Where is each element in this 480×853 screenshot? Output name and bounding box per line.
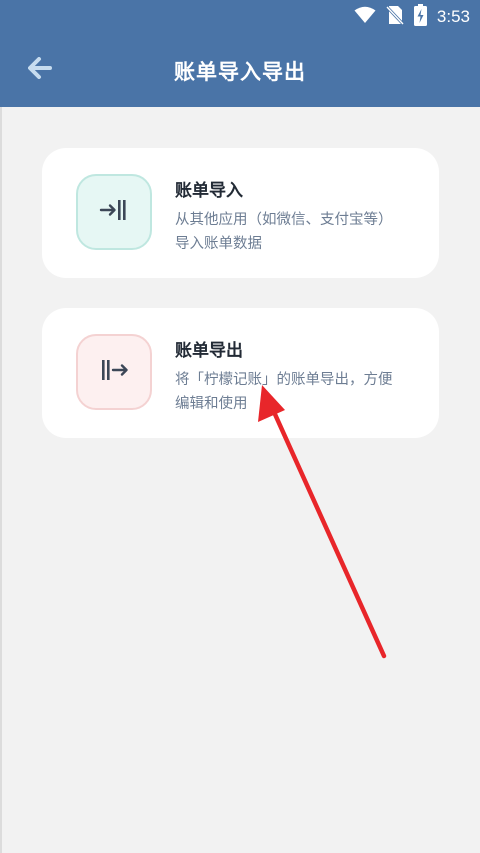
battery-charging-icon	[413, 4, 427, 30]
export-bills-card[interactable]: 账单导出 将「柠檬记账」的账单导出，方便编辑和使用	[42, 308, 439, 438]
status-bar: 3:53	[0, 0, 480, 34]
import-card-description: 从其他应用（如微信、支付宝等）导入账单数据	[175, 212, 393, 252]
left-divider	[0, 107, 2, 853]
import-icon	[99, 199, 129, 225]
page-title: 账单导入导出	[174, 60, 306, 84]
status-time: 3:53	[436, 7, 470, 26]
export-icon-box	[76, 334, 152, 410]
export-icon	[99, 359, 129, 385]
import-bills-card[interactable]: 账单导入 从其他应用（如微信、支付宝等）导入账单数据	[42, 148, 439, 278]
export-card-description: 将「柠檬记账」的账单导出，方便编辑和使用	[175, 372, 393, 412]
no-sim-icon	[385, 5, 404, 29]
wifi-icon	[354, 6, 376, 28]
app-header: 3:53 账单导入导出	[0, 0, 480, 107]
status-icons: 3:53	[354, 4, 470, 30]
export-card-title: 账单导出	[175, 341, 243, 361]
import-card-title: 账单导入	[175, 181, 243, 201]
import-icon-box	[76, 174, 152, 250]
